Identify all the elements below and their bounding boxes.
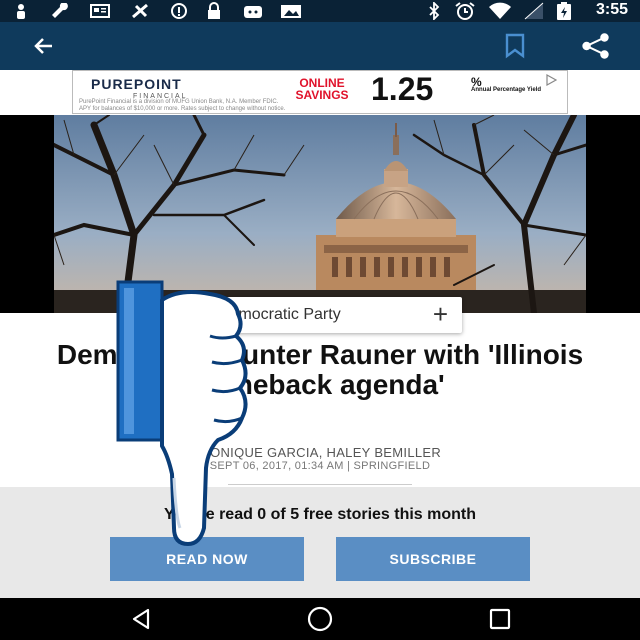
wrench-icon: [50, 2, 68, 20]
ad-banner[interactable]: PUREPOINT FINANCIAL ONLINE SAVINGS 1.25 …: [72, 70, 568, 114]
read-now-button[interactable]: READ NOW: [110, 537, 304, 581]
ad-fine-print: PurePoint Financial is a division of MUF…: [79, 99, 479, 113]
news-icon: [90, 2, 110, 20]
ad-brand: PUREPOINT: [91, 76, 182, 92]
status-time: 3:55: [595, 1, 628, 18]
back-triangle-icon[interactable]: [127, 605, 155, 633]
share-icon[interactable]: [580, 30, 612, 62]
hero-image: [0, 115, 640, 313]
person-icon: [14, 2, 28, 20]
lock-icon: [206, 2, 222, 20]
bookmark-icon[interactable]: [499, 30, 531, 62]
status-bar: 3:55: [0, 0, 640, 22]
app-bar: [0, 22, 640, 70]
topic-tag-chip[interactable]: Democratic Party +: [180, 297, 462, 333]
home-circle-icon[interactable]: [306, 605, 334, 633]
alarm-icon: [454, 2, 476, 20]
photo-icon: [280, 2, 302, 20]
bluetooth-icon: [428, 2, 440, 20]
recents-square-icon[interactable]: [486, 605, 514, 633]
article-byline: MONIQUE GARCIA, HALEY BEMILLER: [198, 445, 442, 460]
system-nav-bar: [0, 598, 640, 640]
divider: [228, 484, 412, 485]
follow-topic-plus-icon[interactable]: +: [433, 300, 448, 328]
ad-choices-icon[interactable]: [545, 73, 558, 91]
android-icon: [242, 2, 264, 20]
free-stories-message: You've read 0 of 5 free stories this mon…: [163, 506, 477, 523]
ad-fine-print-2: APY for balances of $10,000 or more. Rat…: [79, 106, 286, 112]
topic-tag-label: Democratic Party: [218, 306, 341, 323]
battery-icon: [556, 2, 572, 20]
wifi-icon: [488, 2, 512, 20]
fan-icon: [130, 2, 150, 20]
subscribe-button[interactable]: SUBSCRIBE: [336, 537, 530, 581]
signal-icon: [524, 2, 544, 20]
ad-area: PUREPOINT FINANCIAL ONLINE SAVINGS 1.25 …: [0, 70, 640, 115]
paywall-banner: You've read 0 of 5 free stories this mon…: [0, 487, 640, 598]
alert-icon: [170, 2, 188, 20]
article-headline: Democrats counter Rauner with 'Illinois …: [56, 339, 584, 400]
ad-offer: ONLINE SAVINGS: [278, 77, 366, 101]
back-arrow-icon[interactable]: [28, 30, 60, 62]
ad-rate-label: Annual Percentage Yield: [471, 87, 542, 93]
capitol-dome-photo: [54, 115, 586, 313]
ad-fine-print-1: PurePoint Financial is a division of MUF…: [79, 99, 279, 105]
article-dateline: SEPT 06, 2017, 01:34 AM | SPRINGFIELD: [209, 460, 431, 472]
